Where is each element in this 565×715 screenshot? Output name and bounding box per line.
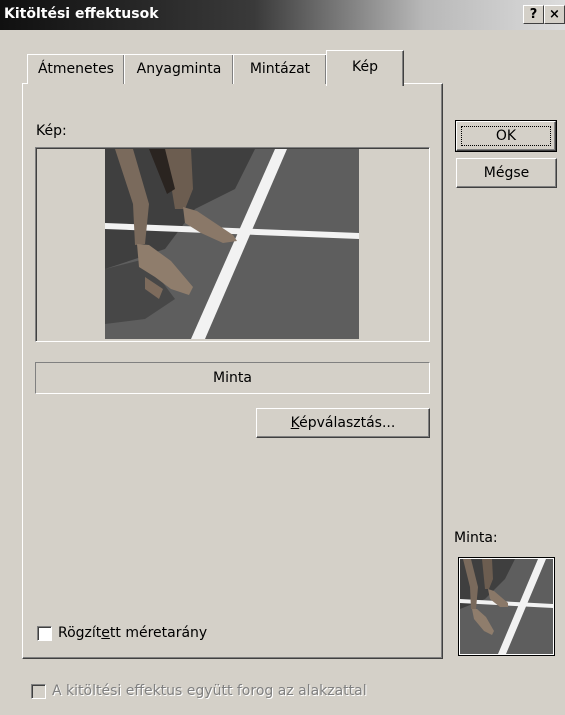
window-title: Kitöltési effektusok [4, 6, 159, 22]
picture-image [105, 149, 359, 339]
tab-label: Mintázat [249, 61, 311, 77]
sample-preview [458, 557, 555, 656]
picture-preview [35, 147, 430, 342]
picture-name-field: Minta [35, 362, 430, 394]
cancel-button-label: Mégse [483, 165, 530, 181]
lock-aspect-label-part: tt méretarány [109, 625, 208, 641]
tab-pattern[interactable]: Mintázat [233, 54, 327, 84]
tab-label: Kép [352, 59, 378, 75]
select-picture-button-accesskey: K [290, 415, 300, 431]
cancel-button[interactable]: Mégse [456, 158, 557, 188]
close-button[interactable]: × [544, 5, 565, 24]
rotate-with-shape-checkbox[interactable] [31, 684, 46, 699]
focus-rectangle [461, 126, 551, 146]
title-bar[interactable]: Kitöltési effektusok ? × [0, 0, 565, 30]
select-picture-button-label: épválasztás... [299, 415, 396, 431]
lock-aspect-label-accesskey: e [101, 625, 110, 641]
close-icon: × [549, 7, 560, 22]
picture-label: Kép: [36, 123, 67, 139]
sample-label: Minta: [454, 530, 498, 546]
tab-gradient[interactable]: Átmenetes [27, 54, 125, 84]
sample-image [460, 559, 553, 654]
select-picture-button[interactable]: Képválasztás... [256, 408, 430, 438]
tab-picture[interactable]: Kép [326, 50, 404, 86]
help-button[interactable]: ? [523, 5, 544, 24]
tab-texture[interactable]: Anyagminta [124, 54, 234, 84]
tab-label: Anyagminta [136, 61, 222, 77]
rotate-with-shape-label: A kitöltési effektus együtt forog az ala… [52, 683, 367, 699]
tab-label: Átmenetes [38, 61, 114, 77]
ok-button[interactable]: OK [455, 120, 557, 152]
lock-aspect-label[interactable]: Rögzített méretarány [58, 625, 207, 641]
lock-aspect-label-part: Rögzít [58, 625, 102, 641]
lock-aspect-checkbox[interactable] [37, 626, 52, 641]
question-mark-icon: ? [529, 7, 538, 22]
